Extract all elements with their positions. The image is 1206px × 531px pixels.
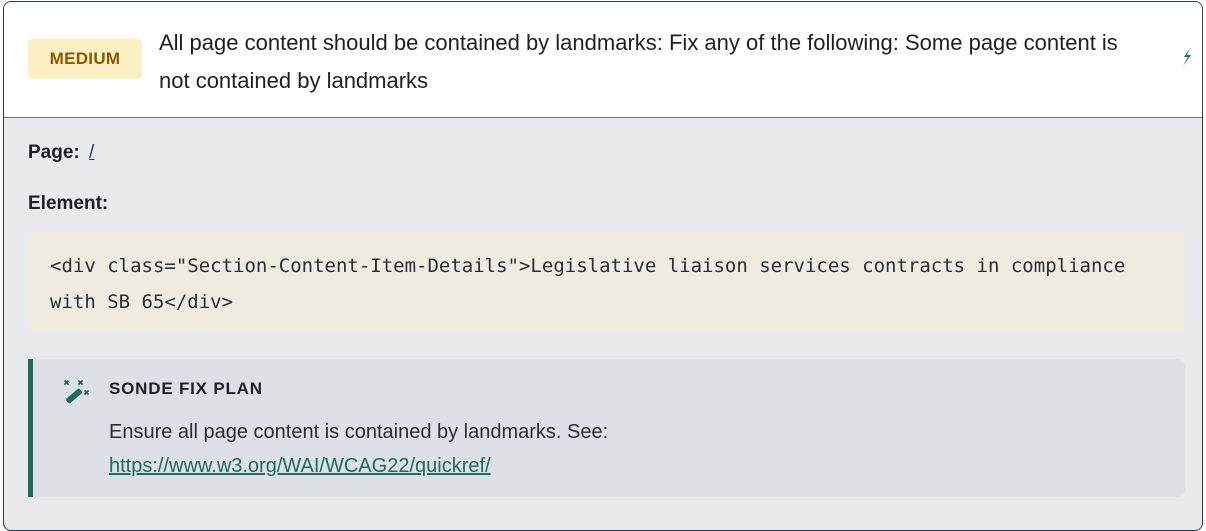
page-link[interactable]: / xyxy=(89,142,94,163)
issue-header[interactable]: MEDIUM All page content should be contai… xyxy=(4,2,1202,118)
page-label: Page: xyxy=(28,142,80,163)
fix-plan-panel: SONDE FIX PLAN Ensure all page content i… xyxy=(28,359,1185,497)
severity-badge: MEDIUM xyxy=(28,39,142,79)
magic-wand-icon xyxy=(59,377,93,411)
issue-title: All page content should be contained by … xyxy=(159,30,1118,93)
fix-plan-heading: SONDE FIX PLAN xyxy=(109,379,263,398)
fix-plan-description: Ensure all page content is contained by … xyxy=(109,421,609,443)
page-row: Page: / xyxy=(28,142,94,164)
fix-plan-link[interactable]: https://www.w3.org/WAI/WCAG22/quickref/ xyxy=(109,455,491,477)
element-code: <div class="Section-Content-Item-Details… xyxy=(28,232,1185,332)
element-label: Element: xyxy=(28,193,109,214)
lightning-icon[interactable] xyxy=(1174,44,1200,70)
fix-plan-text: Ensure all page content is contained by … xyxy=(109,415,1159,483)
issue-card: MEDIUM All page content should be contai… xyxy=(3,1,1203,531)
